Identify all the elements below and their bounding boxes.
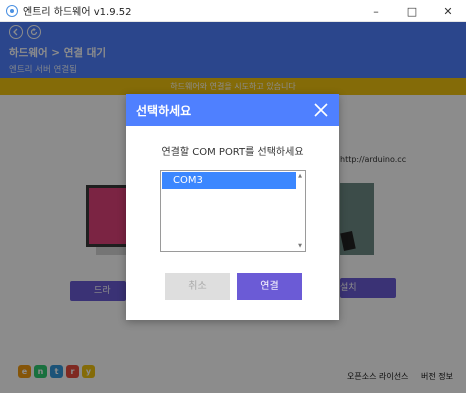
dialog-title: 선택하세요 (136, 104, 192, 118)
minimize-button[interactable]: – (358, 0, 394, 22)
port-list[interactable]: COM3 ▲ ▼ (160, 170, 306, 252)
window-controls: – □ ✕ (358, 0, 466, 22)
close-icon[interactable] (313, 102, 329, 118)
port-select-dialog: 선택하세요 연결할 COM PORT를 선택하세요 COM3 ▲ ▼ 취소 연결 (126, 94, 339, 320)
port-item-com3[interactable]: COM3 (162, 172, 296, 189)
close-window-button[interactable]: ✕ (430, 0, 466, 22)
connect-button[interactable]: 연결 (237, 273, 302, 300)
dialog-message: 연결할 COM PORT를 선택하세요 (161, 147, 304, 158)
cancel-button[interactable]: 취소 (165, 273, 230, 300)
scroll-down-arrow-icon[interactable]: ▼ (296, 242, 304, 250)
scroll-up-arrow-icon[interactable]: ▲ (296, 172, 304, 180)
title-bar: 엔트리 하드웨어 v1.9.52 – □ ✕ (0, 0, 466, 22)
app-icon (6, 4, 18, 17)
maximize-button[interactable]: □ (394, 0, 430, 22)
window-title: 엔트리 하드웨어 v1.9.52 (23, 7, 132, 18)
dialog-header: 선택하세요 (126, 94, 339, 126)
